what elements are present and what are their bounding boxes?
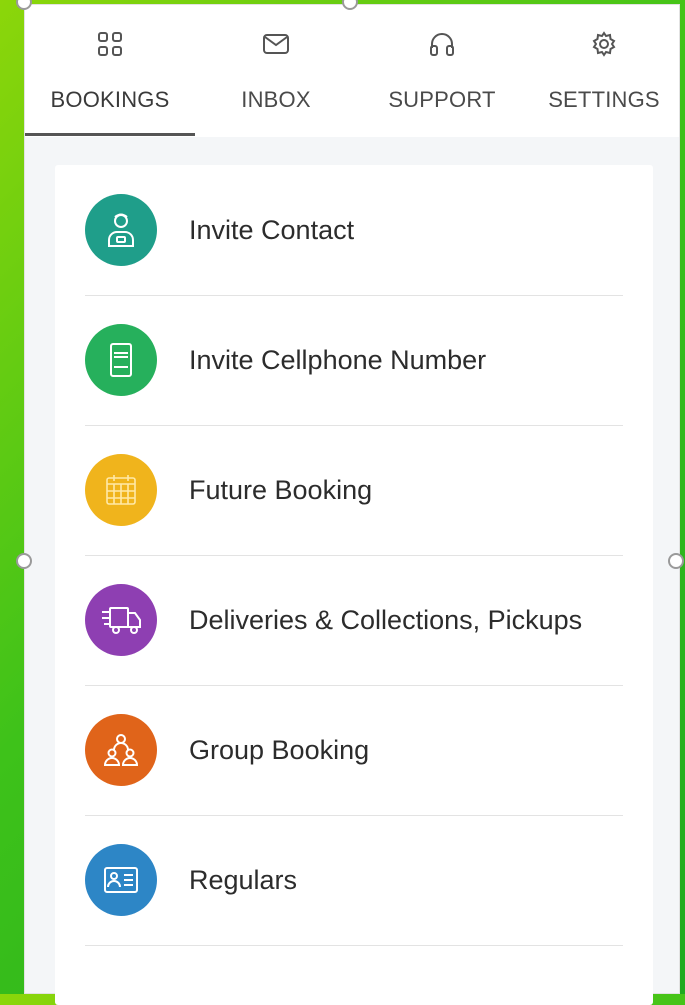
- envelope-icon: [261, 29, 291, 59]
- menu-item-future-booking[interactable]: Future Booking: [55, 425, 653, 555]
- menu-item-invite-contact[interactable]: Invite Contact: [55, 165, 653, 295]
- delivery-truck-icon: [85, 584, 157, 656]
- tab-bookings[interactable]: BOOKINGS: [25, 5, 195, 137]
- menu-item-label: Regulars: [189, 864, 298, 895]
- menu-item-label: Invite Cellphone Number: [189, 344, 487, 375]
- contact-person-icon: [85, 194, 157, 266]
- id-card-icon: [85, 844, 157, 916]
- tab-label: SETTINGS: [548, 87, 660, 112]
- tab-bar: BOOKINGS INBOX SUPPORT SETTINGS: [25, 5, 679, 138]
- tab-support[interactable]: SUPPORT: [357, 5, 527, 137]
- menu-item-label: Future Booking: [189, 474, 373, 505]
- menu-card: Invite Contact Invite Cellphone Number F…: [55, 165, 653, 1005]
- menu-item-label: Deliveries & Collections, Pickups: [189, 604, 583, 635]
- headset-icon: [427, 29, 457, 59]
- menu-item-regulars[interactable]: Regulars: [55, 815, 653, 945]
- menu-item-label: Group Booking: [189, 734, 370, 765]
- gear-icon: [589, 29, 619, 59]
- cellphone-icon: [85, 324, 157, 396]
- menu-item-deliveries[interactable]: Deliveries & Collections, Pickups: [55, 555, 653, 685]
- tab-label: BOOKINGS: [50, 87, 170, 112]
- tab-label: INBOX: [241, 87, 311, 112]
- divider: [85, 945, 623, 946]
- tab-inbox[interactable]: INBOX: [195, 5, 357, 137]
- active-tab-indicator: [25, 133, 195, 136]
- content-area: Invite Contact Invite Cellphone Number F…: [25, 137, 679, 1005]
- menu-item-label: Invite Contact: [189, 214, 355, 245]
- tab-label: SUPPORT: [388, 87, 496, 112]
- tab-settings[interactable]: SETTINGS: [527, 5, 681, 137]
- resize-handle-right[interactable]: [668, 553, 684, 569]
- group-icon: [85, 714, 157, 786]
- menu-item-group-booking[interactable]: Group Booking: [55, 685, 653, 815]
- calendar-icon: [85, 454, 157, 526]
- app-window: BOOKINGS INBOX SUPPORT SETTINGS Invite C…: [24, 4, 680, 1005]
- menu-item-invite-cellphone[interactable]: Invite Cellphone Number: [55, 295, 653, 425]
- resize-handle-left[interactable]: [16, 553, 32, 569]
- grid-icon: [95, 29, 125, 59]
